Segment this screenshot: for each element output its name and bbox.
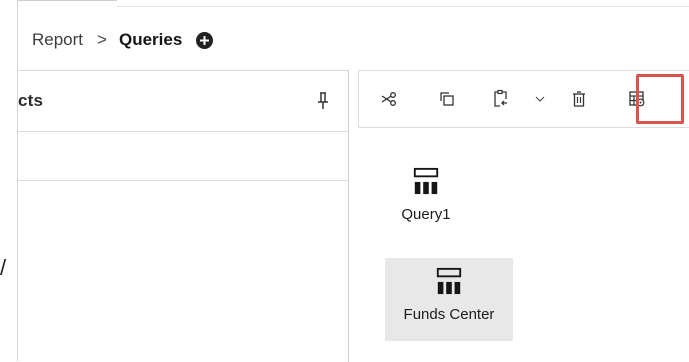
panel-title: cts	[18, 91, 44, 110]
copy-button[interactable]	[419, 71, 475, 127]
breadcrumb: Report > Queries	[32, 26, 214, 54]
left-edge-mark: /	[0, 255, 7, 280]
breadcrumb-report[interactable]: Report	[32, 30, 83, 50]
copy-icon	[440, 92, 454, 106]
panel-search-area[interactable]	[18, 132, 348, 181]
panel-header: cts	[18, 71, 348, 132]
breadcrumb-queries[interactable]: Queries	[119, 30, 182, 50]
query-icon	[413, 167, 439, 195]
toolbar-highlight-box	[636, 74, 684, 124]
breadcrumb-separator: >	[97, 30, 107, 49]
objects-panel: cts	[18, 70, 349, 362]
cut-icon	[381, 92, 396, 106]
query-label: Funds Center	[403, 306, 495, 323]
top-divider	[18, 0, 117, 1]
left-edge: /	[0, 0, 18, 361]
delete-icon	[573, 91, 585, 107]
query-label: Query1	[401, 206, 451, 223]
query-icon	[436, 267, 462, 295]
chevron-down-icon	[535, 96, 545, 102]
query-item-funds-center[interactable]: Funds Center	[385, 258, 513, 341]
add-query-button[interactable]	[196, 31, 214, 49]
paste-options-dropdown[interactable]	[527, 71, 553, 127]
delete-button[interactable]	[553, 71, 605, 127]
paste-button[interactable]	[475, 71, 527, 127]
paste-icon	[494, 89, 507, 107]
top-divider-right	[117, 6, 689, 7]
cut-button[interactable]	[359, 71, 419, 127]
pin-icon	[318, 92, 328, 109]
pin-button[interactable]	[316, 91, 330, 111]
plus-icon	[200, 35, 210, 45]
query-item-query1[interactable]: Query1	[388, 166, 464, 223]
